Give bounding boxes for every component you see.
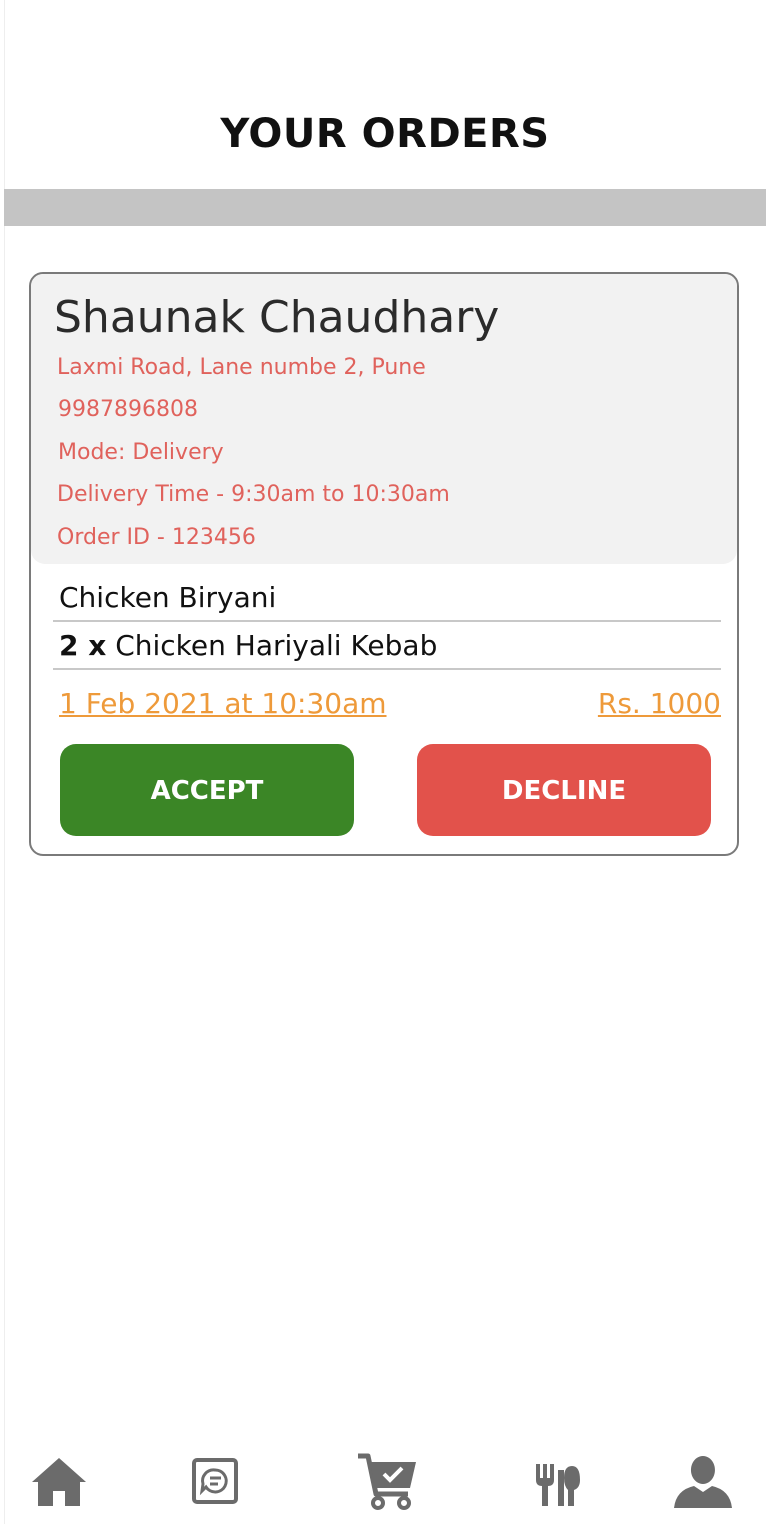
nav-profile[interactable] <box>668 1446 738 1516</box>
order-item: 2 x Chicken Hariyali Kebab <box>53 624 721 670</box>
order-total-link[interactable]: Rs. 1000 <box>598 684 721 724</box>
page-header: YOUR ORDERS <box>4 0 766 189</box>
customer-name: Shaunak Chaudhary <box>54 292 500 343</box>
bottom-nav <box>4 1440 766 1524</box>
home-icon <box>32 1458 86 1506</box>
order-date-link[interactable]: 1 Feb 2021 at 10:30am <box>59 684 387 724</box>
customer-address: Laxmi Road, Lane numbe 2, Pune <box>57 355 426 380</box>
order-item-name: Chicken Hariyali Kebab <box>115 629 438 662</box>
nav-orders[interactable] <box>352 1446 422 1516</box>
order-meta: 1 Feb 2021 at 10:30am Rs. 1000 <box>59 684 721 724</box>
header-divider <box>4 189 766 226</box>
order-id: Order ID - 123456 <box>57 525 256 550</box>
customer-phone: 9987896808 <box>58 397 198 422</box>
nav-menu[interactable] <box>522 1446 592 1516</box>
cart-check-icon <box>358 1453 416 1510</box>
nav-chat[interactable] <box>180 1446 250 1516</box>
order-mode: Mode: Delivery <box>58 440 224 465</box>
customer-panel: Shaunak Chaudhary Laxmi Road, Lane numbe… <box>31 274 737 564</box>
order-item: Chicken Biryani <box>53 576 721 622</box>
order-card: Shaunak Chaudhary Laxmi Road, Lane numbe… <box>29 272 739 856</box>
order-item-name: Chicken Biryani <box>59 581 277 614</box>
accept-button[interactable]: ACCEPT <box>60 744 354 836</box>
utensils-icon <box>536 1464 580 1506</box>
nav-home[interactable] <box>24 1446 94 1516</box>
user-icon <box>674 1456 732 1508</box>
order-item-quantity: 2 x <box>59 629 107 662</box>
chat-icon <box>192 1458 238 1504</box>
decline-button[interactable]: DECLINE <box>417 744 711 836</box>
delivery-time: Delivery Time - 9:30am to 10:30am <box>57 482 450 507</box>
page-title: YOUR ORDERS <box>220 111 550 157</box>
